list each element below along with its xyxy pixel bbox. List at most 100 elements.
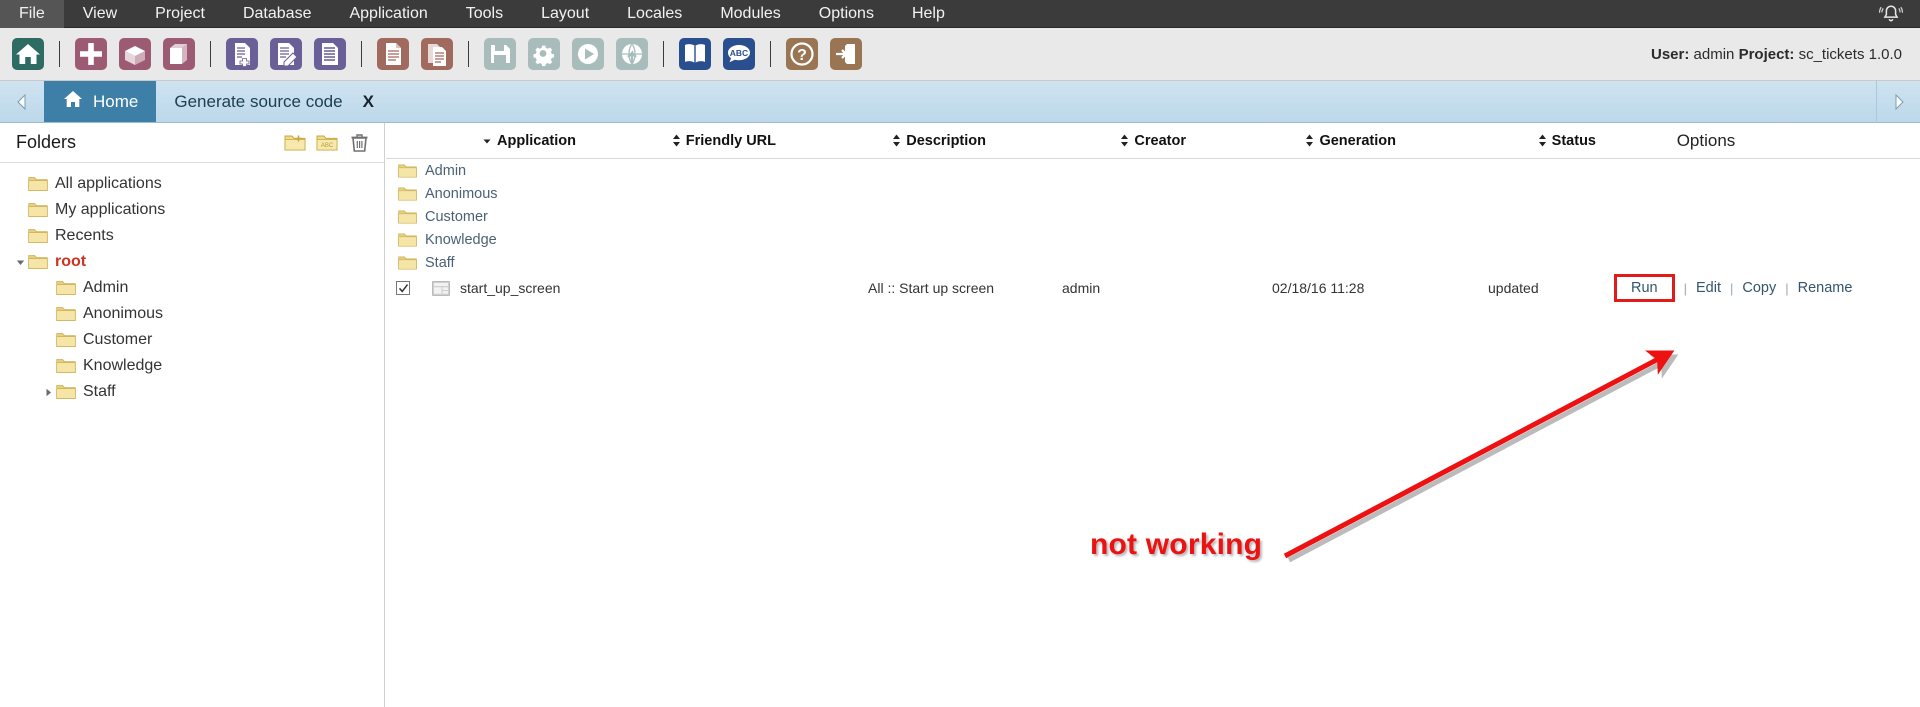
- tab-home-label: Home: [93, 91, 139, 111]
- tab-home[interactable]: Home: [44, 81, 157, 122]
- tree-item-customer[interactable]: Customer: [0, 327, 384, 353]
- rename-folder-icon[interactable]: ABC: [314, 130, 340, 156]
- close-icon[interactable]: X: [363, 92, 374, 112]
- menu-item-tools[interactable]: Tools: [447, 0, 522, 28]
- new-application-icon[interactable]: [72, 35, 110, 73]
- toolbar-divider: [663, 41, 664, 67]
- grid-application-name: start_up_screen: [460, 280, 561, 296]
- grid-header-row: Application Friendly URL Description Cre…: [386, 123, 1920, 159]
- main-toolbar: ABC ? User: admin Project: sc_tickets 1.…: [0, 28, 1920, 81]
- folder-icon: [398, 186, 417, 202]
- grid-column-creator[interactable]: Creator: [986, 133, 1186, 149]
- folder-icon: [28, 254, 48, 270]
- folder-icon: [28, 202, 48, 218]
- tree-item-root[interactable]: root: [0, 249, 384, 275]
- folders-sidebar: Folders ABC All applications My applicat…: [0, 123, 385, 707]
- menu-item-modules[interactable]: Modules: [701, 0, 799, 28]
- grid-folder-row[interactable]: Anonimous: [386, 182, 1920, 205]
- alarm-bell-icon[interactable]: [1874, 1, 1908, 27]
- folder-icon: [56, 358, 76, 374]
- sort-both-icon: [1120, 134, 1129, 147]
- table-row[interactable]: start_up_screen All :: Start up screen adm…: [386, 274, 1920, 302]
- menu-item-locales[interactable]: Locales: [608, 0, 701, 28]
- menu-item-view[interactable]: View: [64, 0, 136, 28]
- tree-item-knowledge[interactable]: Knowledge: [0, 353, 384, 379]
- tree-item-admin[interactable]: Admin: [0, 275, 384, 301]
- chevron-right-icon[interactable]: [1876, 81, 1920, 123]
- grid-column-generation-label: Generation: [1319, 132, 1396, 149]
- folder-icon: [398, 255, 417, 271]
- grid-column-friendly-url-label: Friendly URL: [685, 132, 776, 149]
- grid-column-description[interactable]: Description: [776, 133, 986, 149]
- tree-item-my-applications[interactable]: My applications: [0, 197, 384, 223]
- grid-folder-row[interactable]: Customer: [386, 205, 1920, 228]
- menu-item-options[interactable]: Options: [800, 0, 893, 28]
- list-document-icon[interactable]: [311, 35, 349, 73]
- page-copy-icon[interactable]: [418, 35, 456, 73]
- tree-item-label: My applications: [55, 201, 166, 218]
- user-label: User:: [1651, 46, 1690, 63]
- menu-item-database[interactable]: Database: [224, 0, 331, 28]
- menu-item-project[interactable]: Project: [136, 0, 224, 28]
- abc-help-icon[interactable]: ABC: [720, 35, 758, 73]
- grid-creator-cell: admin: [1062, 280, 1101, 296]
- tree-item-all-applications[interactable]: All applications: [0, 171, 384, 197]
- grid-folder-row[interactable]: Admin: [386, 159, 1920, 182]
- menu-item-file[interactable]: File: [0, 0, 64, 28]
- run-icon[interactable]: [569, 35, 607, 73]
- new-module-icon[interactable]: [116, 35, 154, 73]
- chevron-down-icon[interactable]: [12, 258, 28, 267]
- menu-item-application[interactable]: Application: [330, 0, 446, 28]
- home-icon[interactable]: [9, 35, 47, 73]
- grid-folder-cell[interactable]: Staff: [386, 255, 576, 271]
- chevron-right-icon[interactable]: [40, 388, 56, 397]
- grid-column-friendly-url[interactable]: Friendly URL: [576, 133, 776, 149]
- help-icon[interactable]: ?: [783, 35, 821, 73]
- project-value: sc_tickets: [1798, 46, 1865, 63]
- tree-item-recents[interactable]: Recents: [0, 223, 384, 249]
- tree-item-anonimous[interactable]: Anonimous: [0, 301, 384, 327]
- tree-item-label: Staff: [83, 383, 116, 400]
- grid-folder-cell[interactable]: Anonimous: [386, 186, 576, 202]
- grid-folder-cell[interactable]: Customer: [386, 209, 576, 225]
- tab-generate-source-code-label: Generate source code: [174, 91, 343, 111]
- tree-item-label: All applications: [55, 175, 162, 192]
- new-project-icon[interactable]: [160, 35, 198, 73]
- option-edit-link[interactable]: Edit: [1696, 280, 1721, 296]
- menu-item-layout[interactable]: Layout: [522, 0, 608, 28]
- deploy-icon[interactable]: [613, 35, 651, 73]
- grid-folder-cell[interactable]: Knowledge: [386, 232, 576, 248]
- edit-document-icon[interactable]: [267, 35, 305, 73]
- delete-folder-icon[interactable]: [346, 130, 372, 156]
- menu-item-help[interactable]: Help: [893, 0, 964, 28]
- folder-icon: [398, 232, 417, 248]
- page-icon[interactable]: [374, 35, 412, 73]
- option-run-link[interactable]: Run: [1614, 274, 1675, 302]
- folders-title: Folders: [16, 132, 77, 152]
- tree-item-label: Customer: [83, 331, 153, 348]
- grid-column-status[interactable]: Status: [1396, 133, 1596, 149]
- book-icon[interactable]: [676, 35, 714, 73]
- logout-icon[interactable]: [827, 35, 865, 73]
- option-copy-link[interactable]: Copy: [1742, 280, 1776, 296]
- new-document-icon[interactable]: [223, 35, 261, 73]
- chevron-left-icon[interactable]: [0, 81, 44, 122]
- grid-column-application[interactable]: Application: [386, 133, 576, 149]
- option-rename-link[interactable]: Rename: [1798, 280, 1853, 296]
- sort-desc-icon: [482, 136, 492, 146]
- row-checkbox[interactable]: [396, 281, 410, 295]
- grid-status-cell: updated: [1488, 280, 1539, 296]
- grid-folder-row[interactable]: Knowledge: [386, 228, 1920, 251]
- save-icon[interactable]: [481, 35, 519, 73]
- grid-folder-label: Staff: [425, 254, 455, 271]
- grid-folder-label: Knowledge: [425, 231, 497, 248]
- tab-generate-source-code[interactable]: Generate source code X: [156, 81, 392, 122]
- settings-icon[interactable]: [525, 35, 563, 73]
- svg-text:ABC: ABC: [321, 143, 334, 149]
- tree-item-staff[interactable]: Staff: [0, 379, 384, 405]
- grid-folder-cell[interactable]: Admin: [386, 163, 576, 179]
- applications-grid: Application Friendly URL Description Cre…: [386, 123, 1920, 707]
- grid-column-generation[interactable]: Generation: [1186, 133, 1396, 149]
- grid-folder-row[interactable]: Staff: [386, 251, 1920, 274]
- new-folder-icon[interactable]: [282, 130, 308, 156]
